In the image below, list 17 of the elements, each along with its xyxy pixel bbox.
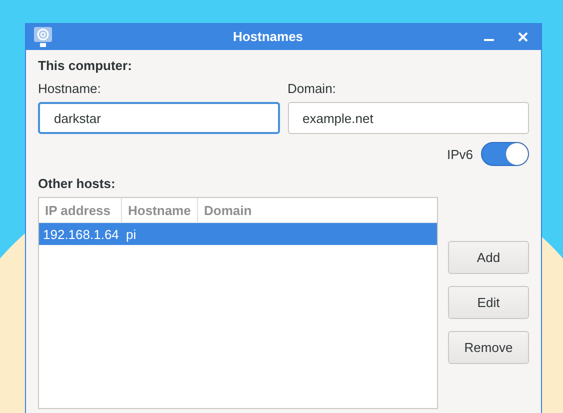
hostname-field[interactable]: darkstar — [38, 102, 280, 134]
table-cell-text: 192.168.1.64 — [42, 226, 120, 242]
table-cell-text: pi — [125, 226, 138, 242]
domain-field[interactable]: example.net — [288, 102, 529, 134]
table-row[interactable]: 192.168.1.64 pi — [39, 223, 437, 245]
field-label: Domain: — [288, 81, 337, 96]
action-button[interactable]: Remove — [448, 331, 529, 364]
toggle-switch[interactable] — [481, 142, 529, 166]
close-icon[interactable] — [517, 30, 529, 42]
section-heading: Other hosts: — [38, 176, 116, 191]
window-title: Hostnames — [232, 29, 304, 44]
monitor-icon — [33, 26, 53, 48]
section-heading: This computer: — [38, 58, 133, 73]
action-button[interactable]: Edit — [448, 286, 529, 319]
toggle-label: IPv6 — [446, 146, 473, 162]
action-button[interactable]: Add — [448, 241, 529, 274]
field-label: Hostname: — [38, 81, 102, 96]
